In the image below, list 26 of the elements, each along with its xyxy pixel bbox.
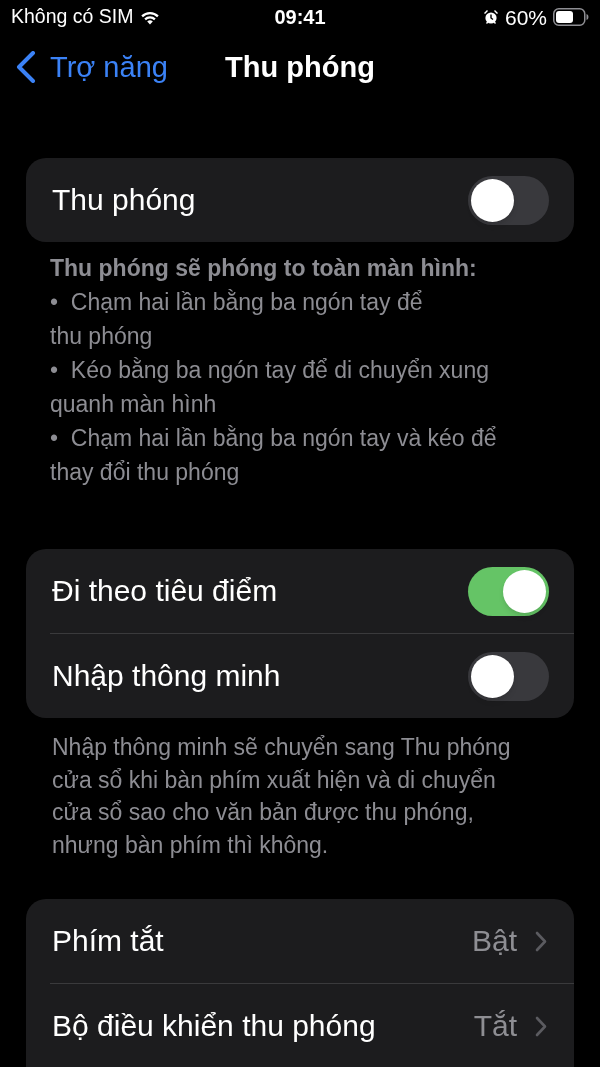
setting-label: Thu phóng [52,185,197,215]
chevron-right-icon [535,930,547,952]
back-button[interactable]: Trợ năng [0,51,168,83]
footer-text: Nhập thông minh sẽ chuyển sang Thu phóng cửa sổ khi bàn phím xuất hiện và di chuyển cửa sổ sao cho văn bản được thu phóng, nhưng bàn phím thì không. [51,733,512,860]
toggle-switch[interactable] [468,566,549,616]
battery-icon [553,8,589,26]
battery-percentage: 60% [504,6,547,28]
wifi-icon [140,9,161,25]
setting-label: Phím tắt [52,926,165,956]
bullet-text: • Chạm hai lần bằng ba ngón tay và kéo để thay đổi thu phóng [50,424,498,487]
status-time: 09:41 [274,7,326,27]
bullet-text: • Chạm hai lần bằng ba ngón tay để thu phóng [50,288,424,351]
setting-value: Tắt [473,1011,517,1041]
setting-label: Nhập thông minh [52,661,282,691]
back-chevron-icon [15,51,36,83]
setting-label: Đi theo tiêu điểm [52,576,279,606]
carrier-name: Không có SIM [11,7,134,27]
toggle-switch[interactable] [468,651,549,701]
setting-value: Bật [471,926,517,956]
setting-label: Bộ điều khiển thu phóng [52,1011,377,1041]
chevron-right-icon [535,1015,547,1037]
footer-heading: Thu phóng sẽ phóng to toàn màn hình: [50,254,478,283]
bullet-text: • Kéo bằng ba ngón tay để di chuyển xung quanh màn hình [50,356,490,419]
toggle-switch[interactable] [468,175,549,225]
page-title: Thu phóng [225,52,375,82]
alarm-clock-icon [482,9,499,25]
